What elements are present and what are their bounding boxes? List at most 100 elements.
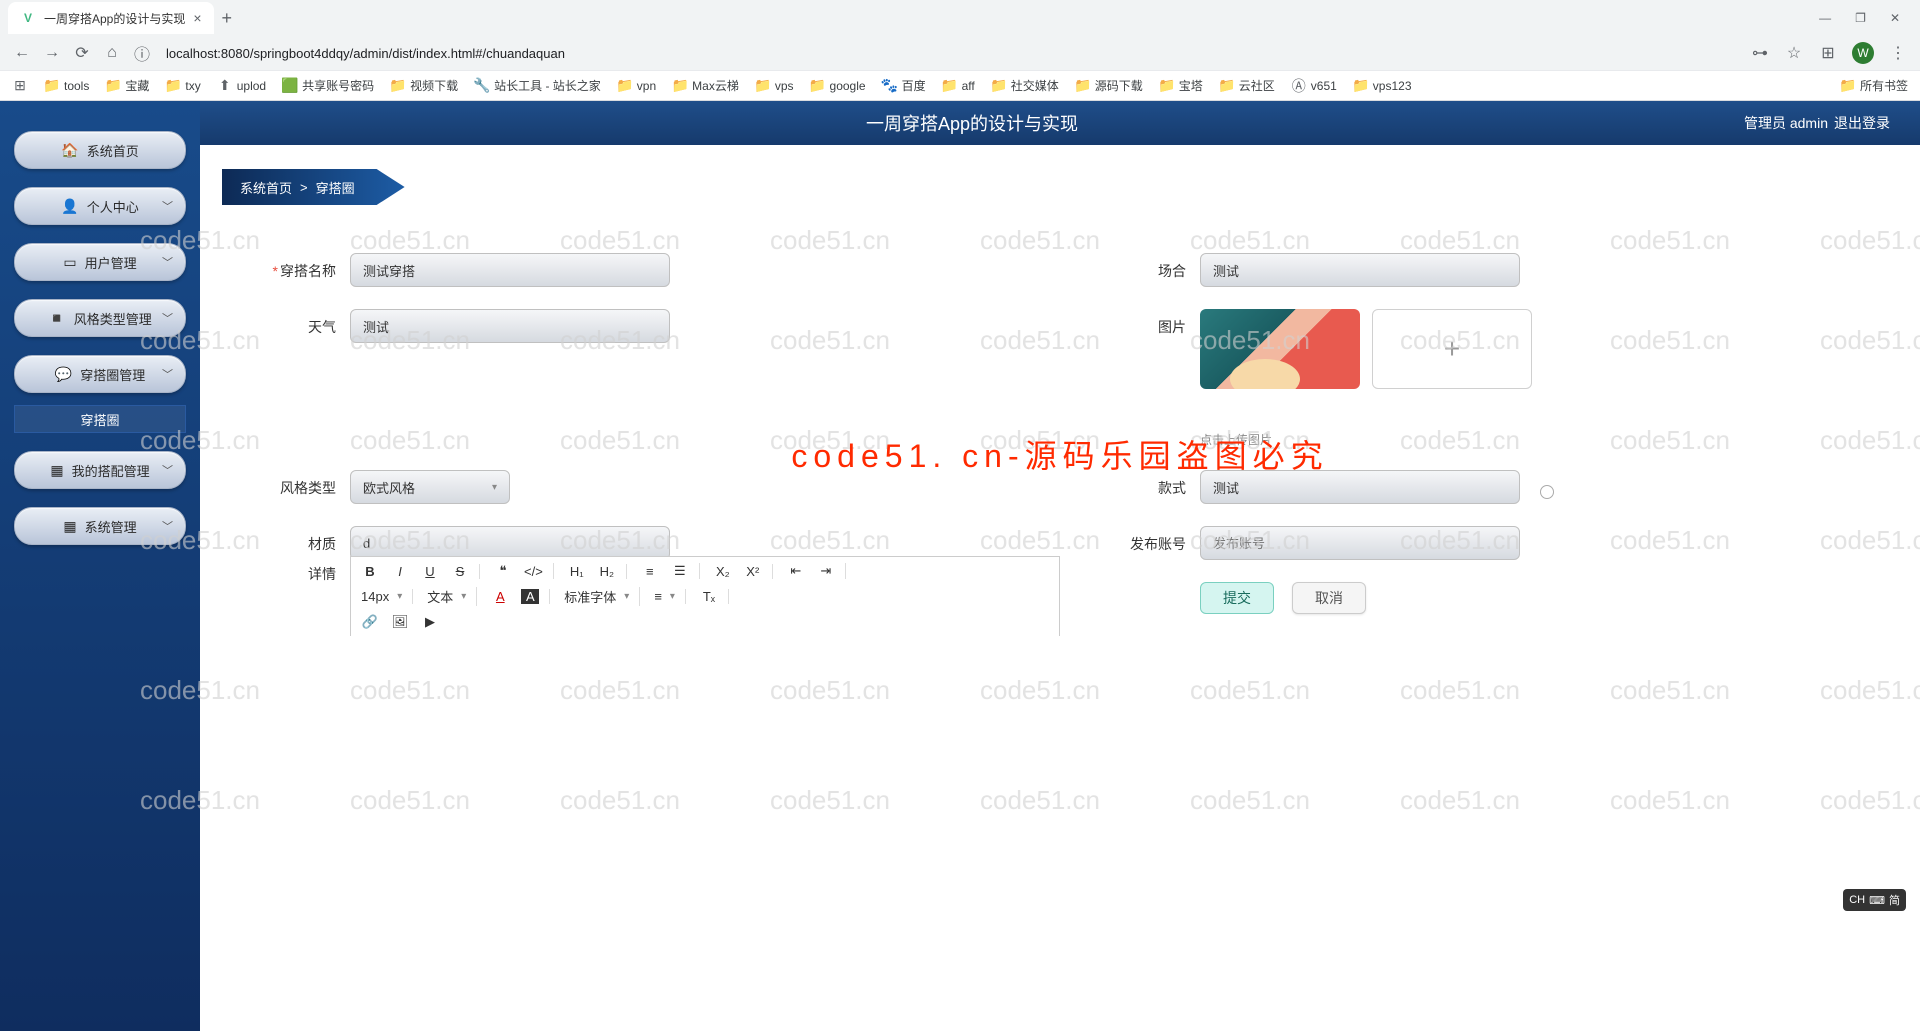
subscript-button[interactable]: X₂ <box>714 564 732 579</box>
nav-back-button[interactable]: ← <box>12 44 32 62</box>
settings-icon: ▦ <box>63 518 76 535</box>
upload-button[interactable]: + <box>1372 309 1532 389</box>
clear-format-button[interactable]: Tₓ <box>700 589 718 604</box>
browser-menu-icon[interactable]: ⋮ <box>1888 43 1908 63</box>
quote-button[interactable]: ❝ <box>494 563 512 579</box>
bookmark-item[interactable]: 📁宝藏 <box>105 77 149 94</box>
strike-button[interactable]: S <box>451 564 469 579</box>
bookmark-label: 宝藏 <box>125 77 149 94</box>
h2-button[interactable]: H₂ <box>598 564 616 579</box>
bold-button[interactable]: B <box>361 564 379 579</box>
extensions-icon[interactable]: ⊞ <box>1818 43 1838 63</box>
bookmark-item[interactable]: 📁云社区 <box>1219 77 1275 94</box>
form-area: *穿搭名称 场合 天气 图片 + 点击上传图片 <box>200 213 1920 656</box>
window-close-button[interactable]: ✕ <box>1890 11 1900 25</box>
current-user[interactable]: 管理员 admin <box>1744 113 1828 133</box>
ime-indicator[interactable]: CH ⌨ 简 <box>1843 889 1906 911</box>
link-button[interactable]: 🔗 <box>361 614 379 630</box>
h1-button[interactable]: H₁ <box>568 564 586 579</box>
unordered-list-button[interactable]: ☰ <box>671 563 689 579</box>
all-bookmarks-button[interactable]: 📁 所有书签 <box>1840 77 1908 94</box>
bookmark-item[interactable]: 📁aff <box>942 78 975 94</box>
indent-increase-button[interactable]: ⇥ <box>817 563 835 579</box>
occasion-input[interactable] <box>1200 253 1520 287</box>
bookmark-star-icon[interactable]: ☆ <box>1784 43 1804 63</box>
video-button[interactable]: ▶ <box>421 614 439 630</box>
sidebar-item-style-type[interactable]: ◾风格类型管理﹀ <box>14 299 186 337</box>
bookmark-item[interactable]: 📁google <box>810 78 866 94</box>
bg-color-button[interactable]: A <box>521 589 539 604</box>
chat-icon: 💬 <box>55 366 72 383</box>
bookmark-item[interactable]: 🟩共享账号密码 <box>282 77 374 94</box>
browser-tab[interactable]: V 一周穿搭App的设计与实现 × <box>8 2 214 34</box>
bookmark-item[interactable]: ⬆uplod <box>217 78 266 94</box>
bookmark-item[interactable]: 🐾百度 <box>882 77 926 94</box>
bookmark-item[interactable]: 📁vps123 <box>1353 78 1412 94</box>
radio-indicator[interactable] <box>1540 485 1554 499</box>
sidebar-item-sys-mgmt[interactable]: ▦系统管理﹀ <box>14 507 186 545</box>
bookmark-item[interactable]: 📁vps <box>755 78 794 94</box>
bookmark-item[interactable]: 📁视频下载 <box>390 77 458 94</box>
ime-sub: 简 <box>1889 892 1900 908</box>
bookmark-item[interactable]: 📁Max云梯 <box>672 77 739 94</box>
window-minimize-button[interactable]: — <box>1819 11 1831 25</box>
uploaded-image-thumbnail[interactable] <box>1200 309 1360 389</box>
form-row-material: 材质 <box>240 526 1030 560</box>
sidebar-item-outfit-circle[interactable]: 💬穿搭圈管理﹀ <box>14 355 186 393</box>
style-type-select[interactable]: 欧式风格 <box>350 470 510 504</box>
ordered-list-button[interactable]: ≡ <box>641 564 659 579</box>
superscript-button[interactable]: X² <box>744 564 762 579</box>
font-family-select[interactable]: 标准字体 <box>564 587 629 606</box>
content-area: 一周穿搭App的设计与实现 管理员 admin 退出登录 系统首页 > 穿搭圈 … <box>200 101 1920 1031</box>
sidebar-item-my-match[interactable]: ▦我的搭配管理﹀ <box>14 451 186 489</box>
italic-button[interactable]: I <box>391 564 409 579</box>
material-input[interactable] <box>350 526 670 560</box>
nav-forward-button[interactable]: → <box>42 44 62 62</box>
bookmark-item[interactable]: 📁社交媒体 <box>991 77 1059 94</box>
new-tab-button[interactable]: + <box>222 8 233 29</box>
bookmark-item[interactable]: ⊞ <box>12 78 28 94</box>
indent-decrease-button[interactable]: ⇤ <box>787 563 805 579</box>
font-size-select[interactable]: 14px <box>361 589 402 604</box>
breadcrumb-home[interactable]: 系统首页 <box>240 178 292 197</box>
bookmark-label: google <box>830 79 866 93</box>
sidebar-item-user-mgmt[interactable]: ▭用户管理﹀ <box>14 243 186 281</box>
bookmark-item[interactable]: 🔧站长工具 - 站长之家 <box>474 77 601 94</box>
publisher-input[interactable] <box>1200 526 1520 560</box>
text-type-select[interactable]: 文本 <box>427 587 466 606</box>
style-input[interactable] <box>1200 470 1520 504</box>
style-type-label: 风格类型 <box>240 470 350 498</box>
profile-avatar[interactable]: W <box>1852 42 1874 64</box>
name-input[interactable] <box>350 253 670 287</box>
bookmark-item[interactable]: 📁tools <box>44 78 89 94</box>
all-bookmarks-label: 所有书签 <box>1860 77 1908 94</box>
nav-reload-button[interactable]: ⟳ <box>72 43 92 63</box>
sidebar-subitem-outfit[interactable]: 穿搭圈 <box>14 405 186 433</box>
image-button[interactable]: 🖼 <box>391 614 409 630</box>
password-icon[interactable]: ⊶ <box>1750 43 1770 63</box>
sidebar-item-personal[interactable]: 👤个人中心﹀ <box>14 187 186 225</box>
window-maximize-button[interactable]: ❐ <box>1855 11 1866 25</box>
text-color-button[interactable]: A <box>491 589 509 604</box>
bookmark-item[interactable]: Ⓐv651 <box>1291 78 1337 94</box>
tab-close-icon[interactable]: × <box>193 10 201 26</box>
code-button[interactable]: </> <box>524 564 543 579</box>
nav-home-button[interactable]: ⌂ <box>102 44 122 62</box>
bookmark-label: 云社区 <box>1239 77 1275 94</box>
url-bar[interactable]: localhost:8080/springboot4ddqy/admin/dis… <box>166 46 565 61</box>
site-info-icon[interactable]: ⓘ <box>132 41 152 65</box>
bookmark-item[interactable]: 📁vpn <box>617 78 656 94</box>
app-header: 一周穿搭App的设计与实现 管理员 admin 退出登录 <box>200 101 1920 145</box>
bookmark-item[interactable]: 📁txy <box>165 78 200 94</box>
folder-icon: 📁 <box>942 78 958 94</box>
bookmark-label: 共享账号密码 <box>302 77 374 94</box>
sidebar-item-home[interactable]: 🏠系统首页 <box>14 131 186 169</box>
underline-button[interactable]: U <box>421 564 439 579</box>
logout-link[interactable]: 退出登录 <box>1834 113 1890 133</box>
bookmark-label: vps <box>775 79 794 93</box>
bookmark-item[interactable]: 📁宝塔 <box>1159 77 1203 94</box>
tab-strip: V 一周穿搭App的设计与实现 × + — ❐ ✕ <box>0 0 1920 36</box>
align-select[interactable]: ≡ <box>654 589 675 604</box>
weather-input[interactable] <box>350 309 670 343</box>
bookmark-item[interactable]: 📁源码下载 <box>1075 77 1143 94</box>
